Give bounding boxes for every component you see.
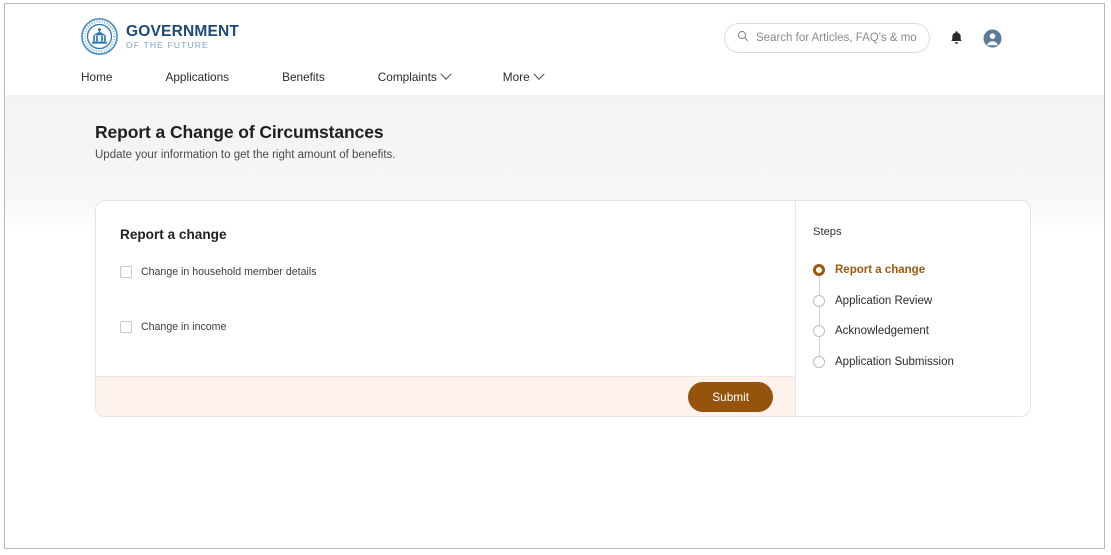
nav-label: Complaints: [377, 70, 437, 84]
checkbox-income-label: Change in income: [141, 321, 227, 333]
report-change-card: Report a change Change in household memb…: [95, 200, 1031, 417]
step-marker-icon: [813, 294, 825, 307]
page-heading: Report a Change of Circumstances Update …: [95, 122, 395, 161]
step-application-review[interactable]: Application Review: [813, 286, 1030, 332]
header-actions: [724, 23, 1002, 53]
nav-label: Home: [81, 70, 113, 84]
nav-item-home[interactable]: Home: [81, 66, 112, 88]
page-subtitle: Update your information to get the right…: [95, 149, 396, 161]
brand-name: GOVERNMENT: [126, 22, 240, 40]
step-marker-icon: [813, 325, 825, 338]
brand-logo[interactable]: GOVERNMENT OF THE FUTURE: [81, 18, 239, 55]
browser-window: GOVERNMENT OF THE FUTURE Search for Arti…: [4, 3, 1105, 549]
account-circle-icon[interactable]: [982, 28, 1002, 48]
checkbox-row-income[interactable]: Change in income: [120, 321, 771, 333]
submit-button[interactable]: Submit: [688, 381, 773, 412]
nav-label: Applications: [165, 70, 230, 84]
step-report-a-change[interactable]: Report a change: [813, 255, 1030, 301]
nav-item-benefits[interactable]: Benefits: [282, 66, 325, 88]
step-label: Acknowledgement: [835, 325, 929, 338]
chevron-down-icon: [440, 68, 452, 80]
main-navigation: Home Applications Benefits Complaints Mo…: [81, 66, 545, 88]
search-box[interactable]: [724, 23, 930, 53]
steps-panel: Steps Report a change Application Review: [796, 201, 1030, 416]
chevron-down-icon: [532, 68, 545, 80]
brand-text: GOVERNMENT OF THE FUTURE: [126, 23, 239, 50]
nav-item-more[interactable]: More: [502, 66, 545, 88]
steps-list: Report a change Application Review Ackno…: [813, 255, 1030, 377]
checkbox-household-input[interactable]: [120, 266, 132, 278]
nav-label: More: [502, 70, 530, 84]
step-acknowledgement[interactable]: Acknowledgement: [813, 316, 1030, 362]
checkbox-row-household[interactable]: Change in household member details: [120, 266, 771, 278]
nav-label: Benefits: [282, 70, 325, 84]
step-marker-active-icon: [813, 264, 825, 277]
steps-title: Steps: [813, 226, 842, 238]
bell-icon[interactable]: [946, 28, 966, 48]
step-label: Report a change: [835, 264, 926, 277]
step-label: Application Review: [835, 294, 933, 307]
checkbox-household-label: Change in household member details: [141, 266, 317, 278]
checkbox-income-input[interactable]: [120, 321, 132, 333]
form-title: Report a change: [120, 227, 227, 242]
page-body: Report a Change of Circumstances Update …: [5, 95, 1104, 548]
nav-item-complaints[interactable]: Complaints: [377, 66, 452, 88]
step-application-submission[interactable]: Application Submission: [813, 347, 1030, 378]
search-input[interactable]: [756, 32, 917, 44]
form-body: Report a change Change in household memb…: [96, 201, 795, 376]
site-header: GOVERNMENT OF THE FUTURE Search for Arti…: [5, 4, 1104, 95]
search-icon: [737, 29, 749, 47]
government-seal-icon: [81, 18, 118, 55]
step-marker-icon: [813, 355, 825, 368]
brand-tagline: OF THE FUTURE: [126, 40, 209, 51]
form-footer: Submit: [96, 376, 795, 416]
nav-item-applications[interactable]: Applications: [165, 66, 229, 88]
page-title: Report a Change of Circumstances: [95, 122, 384, 142]
card-form-section: Report a change Change in household memb…: [96, 201, 796, 416]
step-label: Application Submission: [835, 355, 954, 368]
